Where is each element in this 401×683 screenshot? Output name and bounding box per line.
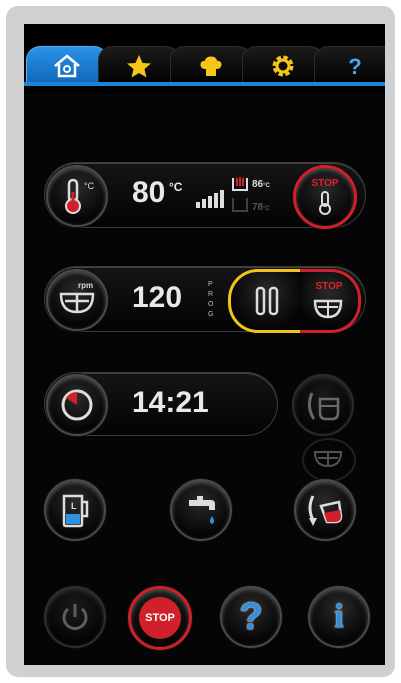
svg-text:?: ? — [348, 54, 361, 79]
water-tap-button[interactable] — [170, 479, 232, 541]
temperature-button[interactable]: °C — [46, 165, 108, 227]
bowl-lower-icon — [313, 451, 343, 468]
help-button[interactable]: ? — [220, 586, 282, 648]
second-temperature: 78°C — [252, 202, 270, 213]
temperature-icon-unit: °C — [84, 181, 95, 191]
stop-all-label: STOP — [139, 597, 181, 639]
power-icon — [62, 604, 88, 630]
tab-chef[interactable] — [170, 46, 252, 85]
gear-icon — [272, 55, 294, 77]
second-temperature-value: 78 — [252, 202, 264, 213]
pause-icon — [255, 286, 279, 316]
second-temperature-unit: °C — [263, 206, 270, 212]
mixing-bowl-stop-icon — [313, 299, 343, 319]
bowl-icon — [232, 198, 248, 212]
help-label: ? — [239, 595, 263, 638]
heat-level-icon — [196, 190, 224, 208]
pour-out-button[interactable] — [294, 479, 356, 541]
tab-bar: ? — [24, 24, 385, 94]
stop-mixing-label: STOP — [315, 281, 343, 292]
measuring-jug-icon: L — [62, 494, 89, 528]
rpm-label: rpm — [78, 281, 94, 290]
stop-heating-button[interactable]: STOP — [293, 165, 357, 229]
bowl-temperature-unit: °C — [263, 183, 270, 189]
info-label: i — [334, 598, 344, 635]
speed-button[interactable]: rpm — [46, 269, 108, 331]
thermometer-stop-icon — [319, 191, 331, 215]
water-tap-icon — [189, 496, 215, 524]
bowl-lift-icon — [307, 392, 340, 421]
stop-heating-label: STOP — [311, 178, 339, 189]
measuring-jug-button[interactable]: L — [44, 479, 106, 541]
timer-button[interactable] — [46, 374, 108, 436]
svg-text:L: L — [71, 501, 77, 511]
power-button[interactable] — [44, 586, 106, 648]
stop-mixing-button[interactable]: STOP — [300, 269, 361, 333]
lid-tilt-button[interactable] — [292, 374, 354, 436]
info-button[interactable]: i — [308, 586, 370, 648]
star-icon — [127, 55, 151, 78]
home-icon — [54, 54, 80, 78]
speed-value: 120 — [132, 281, 183, 314]
temperature-unit: °C — [169, 180, 183, 194]
timer-value: 14:21 — [132, 386, 209, 419]
temperature-value: 80 — [132, 176, 166, 209]
tab-underline — [24, 82, 385, 86]
bowl-heat-icon — [232, 177, 248, 191]
prog-label: PROG — [208, 281, 214, 318]
question-icon: ? — [348, 54, 361, 79]
tab-favorites[interactable] — [98, 46, 180, 85]
chef-hat-icon — [200, 56, 222, 76]
tab-help[interactable]: ? — [314, 46, 385, 85]
timer-icon — [61, 389, 93, 421]
tab-home[interactable] — [26, 46, 108, 85]
tab-settings[interactable] — [242, 46, 324, 85]
touch-screen: ? °C 80 °C 86°C 78°C STOP rpm 120 PROG S… — [24, 24, 385, 665]
pour-out-icon — [308, 495, 343, 526]
stop-all-button[interactable]: STOP — [128, 586, 192, 650]
bowl-temperature-value: 86 — [252, 179, 264, 190]
pause-button[interactable] — [228, 269, 303, 333]
bowl-temperature: 86°C — [252, 179, 270, 190]
bowl-lower-button[interactable] — [302, 438, 356, 482]
